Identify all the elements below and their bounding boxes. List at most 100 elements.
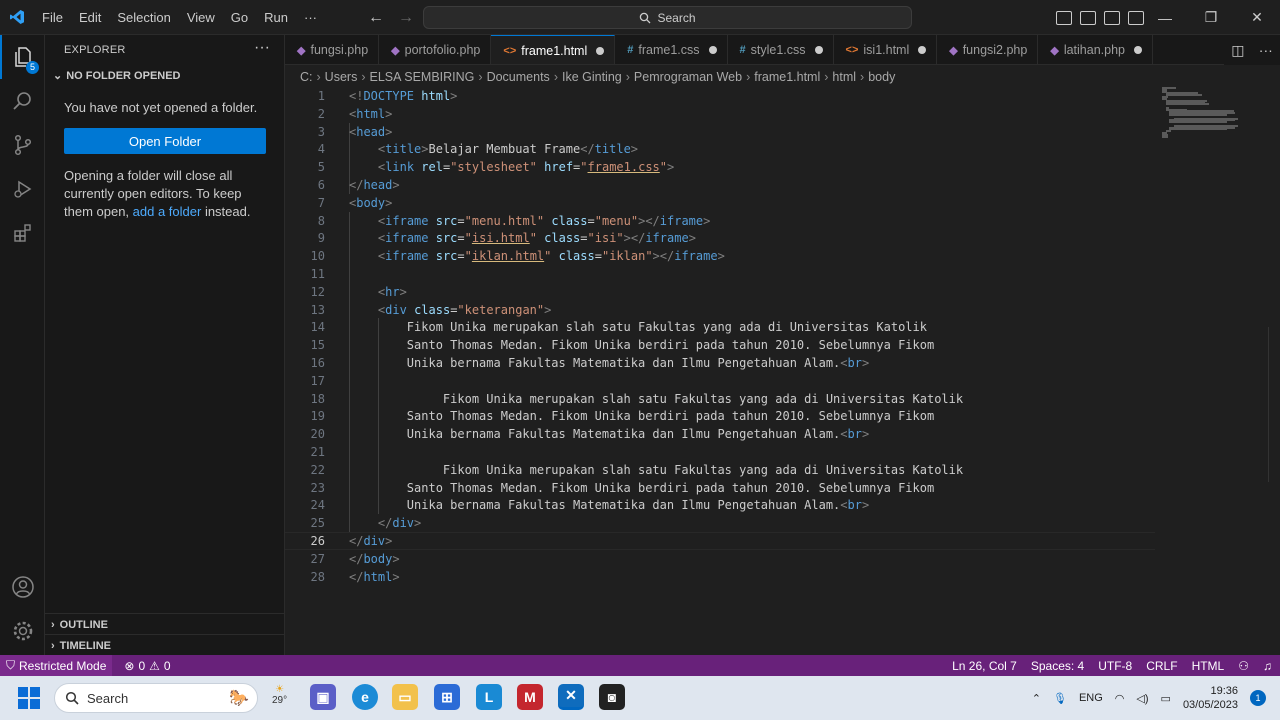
chevron-up-icon[interactable]: ⌃ (1032, 692, 1041, 705)
menu-item[interactable]: View (179, 0, 223, 35)
add-folder-link[interactable]: add a folder (133, 204, 202, 219)
weather-widget[interactable]: ☀ 29° (272, 684, 287, 706)
editor-scrollbar[interactable] (1268, 327, 1280, 482)
code-line[interactable]: 9 <iframe src="isi.html" class="isi"></i… (285, 229, 1155, 247)
outline-section[interactable]: › OUTLINE (45, 613, 285, 635)
antivirus-icon[interactable]: M (517, 684, 543, 710)
code-line[interactable]: 3 <head> (285, 123, 1155, 141)
editor-tab[interactable]: ◆ fungsi2.php (937, 35, 1039, 64)
toggle-secondary-sidebar-icon[interactable] (1104, 10, 1120, 25)
explorer-icon[interactable]: 5 (0, 35, 45, 79)
breadcrumb-item[interactable]: ELSA SEMBIRING (370, 70, 475, 84)
unsaved-dot-icon[interactable] (596, 46, 605, 55)
windows-start-icon[interactable] (18, 687, 40, 709)
taskbar-search[interactable]: Search 🐎 (54, 683, 258, 713)
code-line[interactable]: 20 Unika bernama Fakultas Matematika dan… (285, 425, 1155, 443)
no-folder-section[interactable]: ⌄ NO FOLDER OPENED (53, 69, 181, 83)
code-line[interactable]: 27 </body> (285, 550, 1155, 568)
unsaved-dot-icon[interactable] (814, 46, 823, 54)
cursor-position[interactable]: Ln 26, Col 7 (952, 659, 1017, 673)
editor-tab[interactable]: # frame1.css (615, 35, 728, 64)
breadcrumb-item[interactable]: Ike Ginting (562, 70, 622, 84)
store-icon[interactable]: ⊞ (434, 684, 460, 710)
code-line[interactable]: 6 </head> (285, 176, 1155, 194)
more-actions-icon[interactable]: ··· (1259, 42, 1273, 58)
problems-indicator[interactable]: ⊗ 0 ⚠ 0 (112, 659, 170, 673)
minimap[interactable] (1162, 87, 1242, 138)
editor-tab[interactable]: # style1.css (728, 35, 834, 64)
breadcrumb-item[interactable]: Documents (487, 70, 550, 84)
run-debug-icon[interactable] (0, 167, 45, 211)
open-folder-button[interactable]: Open Folder (64, 128, 266, 154)
toggle-panel-icon[interactable] (1080, 10, 1096, 25)
split-editor-icon[interactable]: ◫ (1231, 42, 1244, 59)
breadcrumb-item[interactable]: Pemrograman Web (634, 70, 742, 84)
notifications-bell-icon[interactable]: ♫ (1263, 659, 1272, 673)
code-editor[interactable]: 1 <!DOCTYPE html> 2 <html> 3 <head> 4 <title>B… (285, 87, 1280, 655)
minimize-icon[interactable]: — (1142, 0, 1188, 35)
source-control-icon[interactable] (0, 123, 45, 167)
unsaved-dot-icon[interactable] (708, 46, 717, 54)
code-line[interactable]: 1 <!DOCTYPE html> (285, 87, 1155, 105)
edge-icon[interactable]: e (352, 684, 378, 710)
breadcrumb-item[interactable]: body (868, 70, 895, 84)
code-line[interactable]: 26 </div> (285, 532, 1155, 550)
editor-tab[interactable]: ◆ fungsi.php (285, 35, 380, 64)
menu-item[interactable]: File (34, 0, 71, 35)
code-line[interactable]: 10 <iframe src="iklan.html" class="iklan… (285, 247, 1155, 265)
search-icon[interactable] (0, 79, 45, 123)
code-line[interactable]: 16 Unika bernama Fakultas Matematika dan… (285, 354, 1155, 372)
language-mode[interactable]: HTML (1192, 659, 1225, 673)
unsaved-dot-icon[interactable] (1133, 46, 1142, 54)
code-line[interactable]: 7 <body> (285, 194, 1155, 212)
extensions-icon[interactable] (0, 211, 45, 255)
vscode-taskbar-icon[interactable]: ✕ (558, 684, 584, 710)
code-line[interactable]: 22 Fikom Unika merupakan slah satu Fakul… (285, 461, 1155, 479)
editor-tab[interactable]: ◆ latihan.php (1038, 35, 1153, 64)
clock[interactable]: 19:36 03/05/2023 (1183, 684, 1238, 712)
code-line[interactable]: 25 </div> (285, 514, 1155, 532)
code-line[interactable]: 17 (285, 372, 1155, 390)
app-l-icon[interactable]: L (476, 684, 502, 710)
account-icon[interactable] (0, 565, 45, 609)
forward-arrow-icon[interactable]: → (398, 9, 414, 27)
menu-item[interactable]: Run (256, 0, 296, 35)
back-arrow-icon[interactable]: ← (368, 9, 384, 27)
breadcrumb-item[interactable]: frame1.html (754, 70, 820, 84)
editor-tab[interactable]: ◆ portofolio.php (379, 35, 492, 64)
restricted-mode-indicator[interactable]: ⛉ Restricted Mode (0, 655, 113, 676)
close-icon[interactable]: ✕ (1234, 0, 1280, 35)
volume-icon[interactable]: ◁) (1136, 692, 1148, 705)
wifi-icon[interactable]: ◠ (1115, 692, 1125, 705)
code-line[interactable]: 12 <hr> (285, 283, 1155, 301)
screen-recorder-icon[interactable]: ◙ (599, 684, 625, 710)
battery-icon[interactable]: ▭ (1161, 692, 1171, 705)
more-actions-icon[interactable]: ··· (254, 39, 270, 57)
menu-item[interactable]: Go (223, 0, 256, 35)
code-line[interactable]: 11 (285, 265, 1155, 283)
editor-tab[interactable]: <> frame1.html (491, 35, 616, 64)
unsaved-dot-icon[interactable] (918, 46, 927, 54)
code-line[interactable]: 4 <title>Belajar Membuat Frame</title> (285, 140, 1155, 158)
language-indicator[interactable]: ENG (1079, 692, 1103, 704)
code-line[interactable]: 14 Fikom Unika merupakan slah satu Fakul… (285, 318, 1155, 336)
code-line[interactable]: 8 <iframe src="menu.html" class="menu"><… (285, 212, 1155, 230)
restore-icon[interactable]: ❐ (1188, 0, 1234, 35)
editor-tab[interactable]: <> isi1.html (834, 35, 938, 64)
code-line[interactable]: 18 Fikom Unika merupakan slah satu Fakul… (285, 390, 1155, 408)
toggle-sidebar-icon[interactable] (1056, 10, 1072, 25)
breadcrumb-item[interactable]: C: (300, 70, 313, 84)
feedback-icon[interactable]: ⚇ (1238, 659, 1249, 673)
code-line[interactable]: 23 Santo Thomas Medan. Fikom Unika berdi… (285, 479, 1155, 497)
menu-item[interactable]: Selection (109, 0, 178, 35)
indentation[interactable]: Spaces: 4 (1031, 659, 1084, 673)
breadcrumb-item[interactable]: html (832, 70, 856, 84)
code-line[interactable]: 28 </html> (285, 568, 1155, 586)
teams-icon[interactable]: ▣ (310, 684, 336, 710)
code-line[interactable]: 2 <html> (285, 105, 1155, 123)
encoding[interactable]: UTF-8 (1098, 659, 1132, 673)
breadcrumb-item[interactable]: Users (325, 70, 358, 84)
code-line[interactable]: 5 <link rel="stylesheet" href="frame1.cs… (285, 158, 1155, 176)
code-line[interactable]: 21 (285, 443, 1155, 461)
code-line[interactable]: 19 Santo Thomas Medan. Fikom Unika berdi… (285, 407, 1155, 425)
